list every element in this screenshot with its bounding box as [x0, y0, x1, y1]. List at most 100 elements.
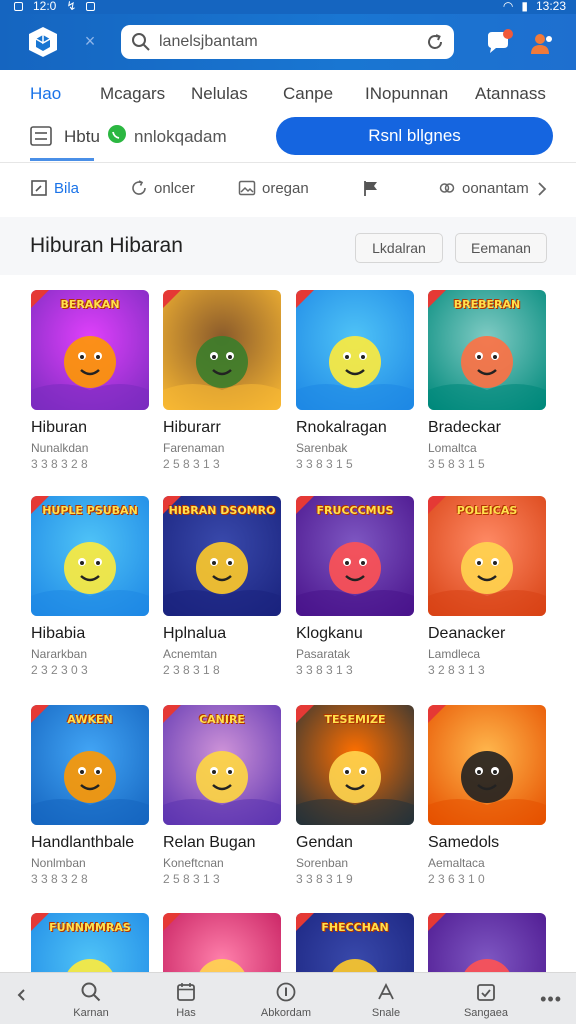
tab-inopunnan[interactable]: INopunnan [365, 84, 448, 104]
game-thumbnail[interactable]: HUPLE PSUBAN [31, 496, 149, 616]
nav-item-sangaea[interactable]: Sangaea [446, 981, 526, 1019]
game-title: Deanacker [428, 625, 506, 642]
tab-atannass[interactable]: Atannass [475, 84, 546, 104]
wifi-icon: ◠ [502, 0, 514, 13]
nav-item-has[interactable]: Has [146, 981, 226, 1019]
game-thumbnail[interactable]: FRUCCCMUS [296, 496, 414, 616]
game-meta: 3 3 8 3 1 5 [296, 457, 353, 471]
game-meta: 2 3 6 3 1 0 [428, 872, 485, 886]
game-art-title: HIBRAN DSOMRO [168, 504, 276, 517]
game-subtitle: Nararkban [31, 647, 88, 661]
game-card[interactable]: AWKEN Handlanthbale Nonlmban 3 3 8 3 2 8 [31, 705, 151, 886]
game-meta: 3 3 8 3 2 8 [31, 457, 88, 471]
game-meta: 2 3 8 3 1 8 [163, 663, 220, 677]
game-subtitle: Pasaratak [296, 647, 351, 661]
search-icon [132, 33, 150, 51]
active-tab-indicator [30, 158, 94, 161]
tab-canpe[interactable]: Canpe [283, 84, 333, 104]
status-right: ◠ ▮ 13:23 [503, 0, 566, 13]
game-card[interactable]: Samedols Aemaltaca 2 3 6 3 1 0 [428, 705, 548, 886]
game-card[interactable]: Hiburarr Farenaman 2 5 8 3 1 3 [163, 290, 283, 471]
game-title: Relan Bugan [163, 834, 256, 851]
game-thumbnail[interactable] [163, 290, 281, 410]
game-card[interactable]: TESEMIZE Gendan Sorenban 3 3 8 3 1 9 [296, 705, 416, 886]
game-subtitle: Aemaltaca [428, 856, 485, 870]
game-art [428, 705, 546, 825]
filter-label[interactable]: Hbtu [64, 127, 100, 147]
app-logo-icon[interactable] [26, 25, 60, 59]
chip-label: oregan [262, 179, 309, 197]
game-thumbnail[interactable] [296, 290, 414, 410]
search-icon [81, 982, 101, 1002]
nav-item-karnan[interactable]: Karnan [51, 981, 131, 1019]
game-card[interactable]: BERAKAN Hiburan Nunalkdan 3 3 8 3 2 8 [31, 290, 151, 471]
game-thumbnail[interactable]: CANIRE [163, 705, 281, 825]
game-meta: 3 5 8 3 1 5 [428, 457, 485, 471]
game-thumbnail[interactable]: TESEMIZE [296, 705, 414, 825]
game-title: Klogkanu [296, 625, 363, 642]
primary-action-button[interactable]: Rsnl bllgnes [276, 117, 553, 155]
game-card[interactable]: Rnokalragan Sarenbak 3 3 8 3 1 5 [296, 290, 416, 471]
game-card[interactable]: CANIRE Relan Bugan Koneftcnan 2 5 8 3 1 3 [163, 705, 283, 886]
app-bar: × [0, 14, 576, 70]
game-card[interactable]: FRUCCCMUS Klogkanu Pasaratak 3 3 8 3 1 3 [296, 496, 416, 677]
chip-bila[interactable]: Bila [30, 179, 79, 197]
game-title: Samedols [428, 834, 500, 851]
sparkle-icon [378, 982, 394, 1000]
game-art-title: FRUCCCMUS [316, 504, 394, 517]
nav-item-snale[interactable]: Snale [346, 981, 426, 1019]
game-thumbnail[interactable] [428, 705, 546, 825]
close-icon[interactable]: × [80, 31, 100, 52]
notification-icon [14, 1, 23, 11]
status-bar: 12:0 ↯ ◠ ▮ 13:23 [0, 0, 576, 14]
more-icon[interactable]: ••• [540, 989, 562, 1010]
game-subtitle: Sorenban [296, 856, 349, 870]
section-button-1[interactable]: Lkdalran [355, 233, 443, 263]
game-title: Gendan [296, 834, 353, 851]
tab-mcagars[interactable]: Mcagars [100, 84, 165, 104]
image-icon [238, 180, 256, 196]
game-subtitle: Lomaltca [428, 441, 477, 455]
game-art-title: BERAKAN [60, 298, 120, 311]
list-icon[interactable] [30, 126, 52, 146]
game-meta: 3 3 8 3 2 8 [31, 872, 88, 886]
game-meta: 3 2 8 3 1 3 [428, 663, 485, 677]
game-card[interactable]: POLEICAS Deanacker Lamdleca 3 2 8 3 1 3 [428, 496, 548, 677]
chip-onlcer[interactable]: onlcer [130, 179, 195, 197]
game-subtitle: Lamdleca [428, 647, 481, 661]
game-subtitle: Sarenbak [296, 441, 348, 455]
nav-item-abkordam[interactable]: Abkordam [246, 981, 326, 1019]
game-thumbnail[interactable]: AWKEN [31, 705, 149, 825]
game-thumbnail[interactable]: POLEICAS [428, 496, 546, 616]
game-art-title: AWKEN [67, 713, 113, 726]
tab-hao[interactable]: Hao [30, 84, 61, 104]
search-box[interactable] [121, 25, 454, 59]
link-icon [439, 183, 455, 193]
chip-oregan[interactable]: oregan [238, 179, 309, 197]
game-meta: 2 3 2 3 0 3 [31, 663, 88, 677]
app-icon [86, 1, 96, 11]
filter-text[interactable]: nnlokqadam [134, 127, 227, 147]
back-icon[interactable] [14, 987, 28, 1003]
game-card[interactable]: BREBERAN Bradeckar Lomaltca 3 5 8 3 1 5 [428, 290, 548, 471]
game-thumbnail[interactable]: BREBERAN [428, 290, 546, 410]
chat-icon[interactable] [484, 28, 514, 58]
tab-nelulas[interactable]: Nelulas [191, 84, 248, 104]
search-input[interactable] [159, 33, 426, 51]
chip-oonantam[interactable]: oonantam [438, 179, 529, 197]
game-meta: 3 3 8 3 1 9 [296, 872, 353, 886]
chevron-right-icon[interactable] [536, 181, 548, 197]
game-card[interactable]: HUPLE PSUBAN Hibabia Nararkban 2 3 2 3 0 3 [31, 496, 151, 677]
section-button-2[interactable]: Eemanan [455, 233, 547, 263]
chip-flag[interactable] [362, 179, 386, 197]
user-settings-icon[interactable] [528, 30, 556, 58]
section-title: Hiburan Hibaran [30, 234, 183, 257]
game-thumbnail[interactable]: HIBRAN DSOMRO [163, 496, 281, 616]
game-thumbnail[interactable]: BERAKAN [31, 290, 149, 410]
status-left: 12:0 ↯ [14, 0, 96, 13]
refresh-icon[interactable] [426, 33, 444, 51]
game-grid: BERAKAN Hiburan Nunalkdan 3 3 8 3 2 8 Hibura… [0, 275, 576, 1024]
game-art-title: BREBERAN [453, 298, 521, 311]
game-art [163, 290, 281, 410]
game-card[interactable]: HIBRAN DSOMRO Hplnalua Acnemtan 2 3 8 3 1 8 [163, 496, 283, 677]
